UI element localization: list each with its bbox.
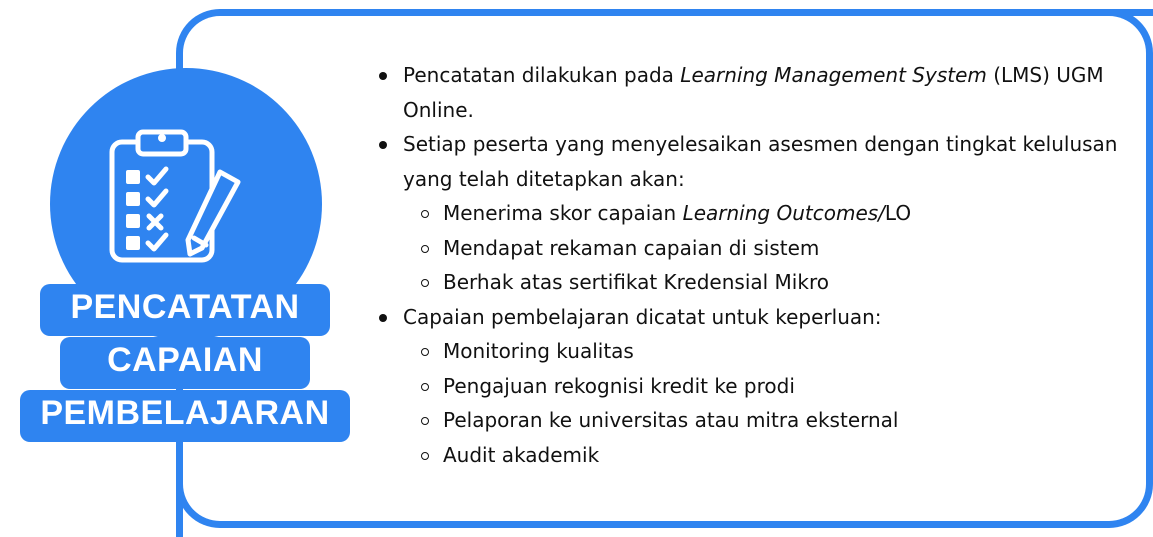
bullet-item-keperluan: Capaian pembelajaran dicatat untuk keper… [378, 300, 1138, 473]
bullet-content: Pencatatan dilakukan pada Learning Manag… [378, 58, 1138, 472]
bullet-item-lms: Pencatatan dilakukan pada Learning Manag… [378, 58, 1138, 127]
bullet-text: Pencatatan dilakukan pada [403, 63, 681, 87]
sub-item: Pengajuan rekognisi kredit ke prodi [419, 369, 1138, 404]
section-heading: PENCATATAN CAPAIAN PEMBELAJARAN [20, 282, 350, 452]
sub-item-text: Menerima skor capaian [443, 201, 683, 225]
clipboard-checklist-icon [109, 129, 241, 263]
bullet-italic-text: Learning Management System [680, 63, 987, 87]
heading-line-1: PENCATATAN [40, 284, 330, 336]
sub-item: Mendapat rekaman capaian di sistem [419, 231, 1138, 266]
sub-item-italic-text: Learning Outcomes/ [682, 201, 885, 225]
sub-list: Monitoring kualitas Pengajuan rekognisi … [403, 334, 1138, 472]
bullet-item-asesmen: Setiap peserta yang menyelesaikan asesme… [378, 127, 1138, 300]
heading-line-2: CAPAIAN [60, 337, 310, 389]
sub-item: Berhak atas sertifikat Kredensial Mikro [419, 265, 1138, 300]
sub-list: Menerima skor capaian Learning Outcomes/… [403, 196, 1138, 300]
sub-item-text: LO [884, 201, 912, 225]
bullet-text: Capaian pembelajaran dicatat untuk keper… [403, 304, 882, 329]
sub-item: Pelaporan ke universitas atau mitra ekst… [419, 403, 1138, 438]
heading-line-3: PEMBELAJARAN [20, 390, 350, 442]
bullet-text: Setiap peserta yang menyelesaikan asesme… [403, 132, 1118, 191]
sub-item: Audit akademik [419, 438, 1138, 473]
sub-item: Monitoring kualitas [419, 334, 1138, 369]
sub-item: Menerima skor capaian Learning Outcomes/… [419, 196, 1138, 231]
